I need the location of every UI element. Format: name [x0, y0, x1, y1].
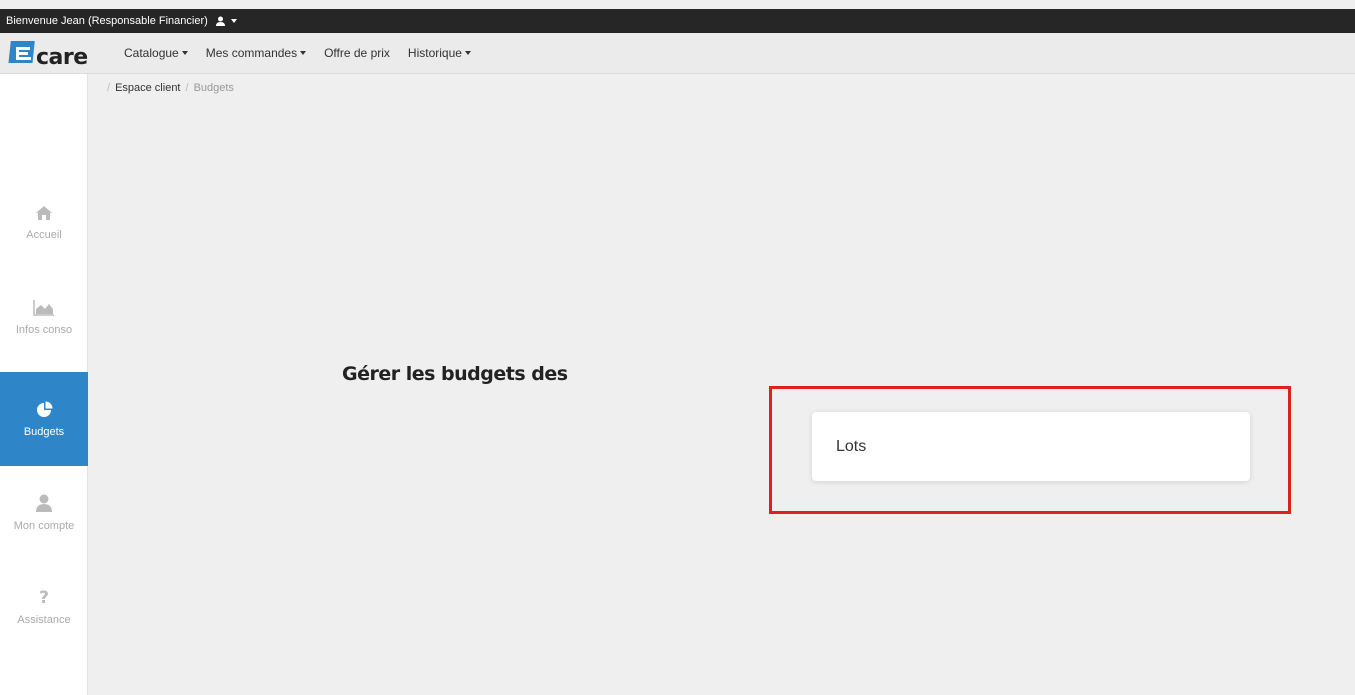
- sidebar-item-label: Assistance: [17, 614, 71, 626]
- pie-chart-icon: [36, 401, 52, 417]
- page-title: Gérer les budgets des: [342, 363, 568, 385]
- area-chart-icon: [33, 299, 54, 316]
- main-navbar: care Catalogue Mes commandes Offre de pr…: [0, 33, 1355, 74]
- chevron-down-icon: [300, 51, 307, 55]
- sidebar-item-infos-conso[interactable]: Infos conso: [0, 270, 88, 364]
- user-icon: [36, 494, 52, 512]
- home-icon: [36, 206, 52, 220]
- chevron-down-icon: [181, 51, 188, 55]
- nav-historique[interactable]: Historique: [399, 46, 480, 60]
- sidebar-item-accueil[interactable]: Accueil: [0, 176, 88, 270]
- nav-offre-de-prix-label: Offre de prix: [324, 46, 390, 60]
- nav-mes-commandes[interactable]: Mes commandes: [197, 46, 315, 60]
- sidebar-item-label: Mon compte: [13, 520, 75, 532]
- sidebar-item-assistance[interactable]: ? Assistance: [0, 560, 88, 654]
- welcome-text: Bienvenue Jean (Responsable Financier): [6, 15, 208, 27]
- logo[interactable]: care: [0, 33, 115, 74]
- nav-offre-de-prix[interactable]: Offre de prix: [315, 46, 399, 60]
- sidebar-item-label: Infos conso: [15, 323, 73, 336]
- user-menu-toggle[interactable]: [215, 16, 237, 26]
- nav-catalogue-label: Catalogue: [124, 46, 179, 60]
- svg-text:?: ?: [39, 588, 49, 606]
- sidebar: Accueil Infos conso Budgets Mon compte ?…: [0, 74, 88, 695]
- sidebar-item-label: Accueil: [26, 229, 62, 241]
- chevron-down-icon: [464, 51, 471, 55]
- nav-menu: Catalogue Mes commandes Offre de prix Hi…: [115, 46, 480, 60]
- question-icon: ?: [39, 588, 49, 606]
- sidebar-item-budgets[interactable]: Budgets: [0, 372, 88, 466]
- sidebar-item-mon-compte[interactable]: Mon compte: [0, 466, 88, 560]
- nav-mes-commandes-label: Mes commandes: [205, 46, 298, 60]
- breadcrumb-espace-client[interactable]: Espace client: [115, 82, 180, 94]
- nav-historique-label: Historique: [407, 46, 462, 60]
- option-card-lots[interactable]: Lots: [812, 412, 1250, 481]
- breadcrumb-separator: /: [185, 82, 189, 94]
- chevron-down-icon: [230, 19, 237, 23]
- breadcrumb-separator: /: [107, 82, 111, 94]
- breadcrumb: / Espace client / Budgets: [102, 82, 234, 94]
- user-icon: [215, 16, 225, 26]
- sidebar-item-label: Budgets: [23, 425, 65, 438]
- option-card-label: Lots: [836, 437, 867, 455]
- breadcrumb-budgets: Budgets: [193, 82, 234, 94]
- nav-catalogue[interactable]: Catalogue: [115, 46, 197, 60]
- top-bar: Bienvenue Jean (Responsable Financier): [0, 9, 1355, 33]
- logo-mark-icon: [8, 41, 35, 63]
- logo-text: care: [36, 44, 88, 70]
